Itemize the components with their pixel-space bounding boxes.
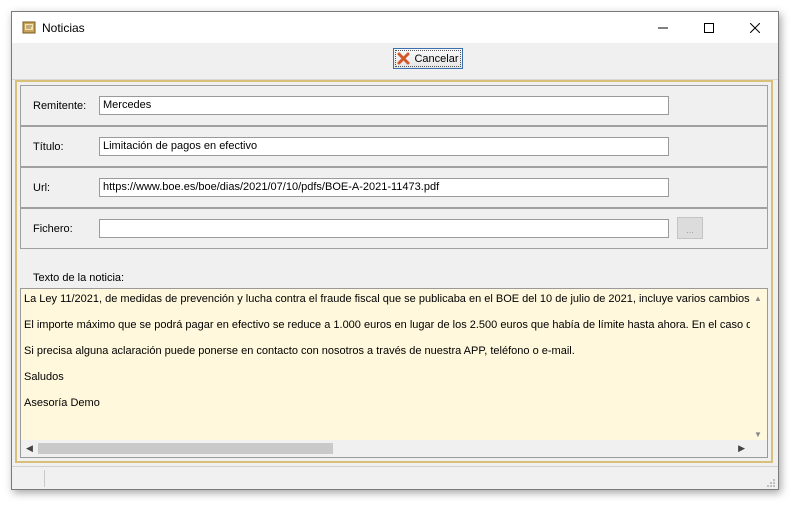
editor-line: Asesoría Demo <box>24 397 100 409</box>
horizontal-scroll-thumb[interactable] <box>38 443 333 454</box>
fichero-label: Fichero: <box>33 223 73 235</box>
resize-grip-icon[interactable] <box>766 478 776 488</box>
cancel-x-icon <box>397 52 410 65</box>
close-button[interactable] <box>732 12 778 43</box>
editor-line: Saludos <box>24 371 64 383</box>
browse-button[interactable]: ... <box>677 217 703 239</box>
cancel-button[interactable]: Cancelar <box>393 48 463 69</box>
scroll-left-icon[interactable]: ◀ <box>26 443 33 454</box>
minimize-button[interactable] <box>640 12 686 43</box>
editor-line: La Ley 11/2021, de medidas de prevención… <box>24 293 768 305</box>
form-frame: Remitente: Mercedes Título: Limitación d… <box>15 80 773 463</box>
maximize-button[interactable] <box>686 12 732 43</box>
noticias-window: Noticias Cancelar Remitente: Mercedes Tí… <box>11 11 779 490</box>
status-bar <box>12 466 778 489</box>
fichero-row: Fichero: ... <box>20 208 768 249</box>
toolbar: Cancelar <box>12 43 778 80</box>
url-field[interactable]: https://www.boe.es/boe/dias/2021/07/10/p… <box>99 178 669 197</box>
horizontal-scrollbar[interactable]: ◀ ▶ <box>21 440 767 457</box>
titulo-label: Título: <box>33 141 64 153</box>
folder-note-icon <box>22 21 36 34</box>
scroll-right-icon[interactable]: ▶ <box>738 443 745 454</box>
scroll-up-icon[interactable]: ▲ <box>754 294 762 303</box>
window-title: Noticias <box>42 21 85 35</box>
status-segment <box>14 470 45 487</box>
titulo-row: Título: Limitación de pagos en efectivo <box>20 126 768 167</box>
fichero-field[interactable] <box>99 219 669 238</box>
cancel-label: Cancelar <box>414 52 459 65</box>
remitente-label: Remitente: <box>33 100 87 112</box>
scroll-down-icon[interactable]: ▼ <box>754 430 762 439</box>
vertical-scrollbar[interactable]: ▲ ▼ <box>750 289 767 441</box>
remitente-row: Remitente: Mercedes <box>20 85 768 126</box>
remitente-field[interactable]: Mercedes <box>99 96 669 115</box>
minimize-icon <box>658 27 668 28</box>
titulo-field[interactable]: Limitación de pagos en efectivo <box>99 137 669 156</box>
texto-label: Texto de la noticia: <box>33 272 125 284</box>
close-icon <box>750 22 760 33</box>
url-label: Url: <box>33 182 51 194</box>
maximize-icon <box>704 22 714 33</box>
url-row: Url: https://www.boe.es/boe/dias/2021/07… <box>20 167 768 208</box>
editor-line: El importe máximo que se podrá pagar en … <box>24 319 768 331</box>
texto-editor[interactable]: La Ley 11/2021, de medidas de prevención… <box>20 288 768 458</box>
title-bar[interactable]: Noticias <box>12 12 778 43</box>
editor-line: Si precisa alguna aclaración puede poner… <box>24 345 575 357</box>
